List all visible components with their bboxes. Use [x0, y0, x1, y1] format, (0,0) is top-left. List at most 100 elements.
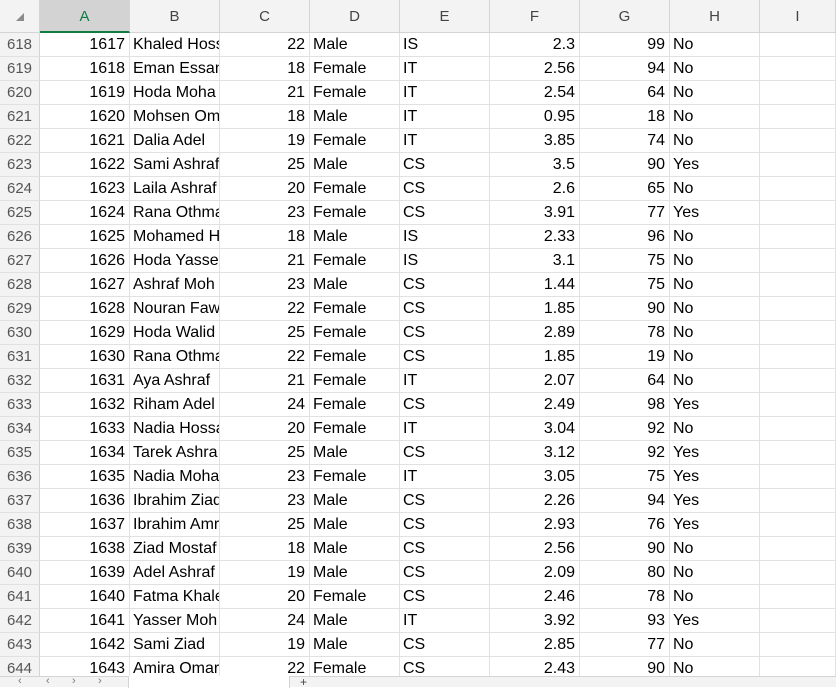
cell-gender[interactable]: Male — [310, 537, 400, 561]
cell-empty[interactable] — [760, 537, 836, 561]
cell-flag[interactable]: No — [670, 417, 760, 441]
cell-department[interactable]: CS — [400, 513, 490, 537]
cell-gpa[interactable]: 2.89 — [490, 321, 580, 345]
cell-flag[interactable]: Yes — [670, 489, 760, 513]
cell-gpa[interactable]: 1.85 — [490, 297, 580, 321]
cell-empty[interactable] — [760, 105, 836, 129]
cell-empty[interactable] — [760, 393, 836, 417]
cell-id[interactable]: 1624 — [40, 201, 130, 225]
cell-department[interactable]: CS — [400, 489, 490, 513]
cell-name[interactable]: Rana Othma — [130, 201, 220, 225]
row-header[interactable]: 633 — [0, 393, 40, 417]
cell-gpa[interactable]: 0.95 — [490, 105, 580, 129]
cell-gender[interactable]: Male — [310, 561, 400, 585]
cell-age[interactable]: 22 — [220, 657, 310, 676]
row-header[interactable]: 632 — [0, 369, 40, 393]
cell-name[interactable]: Laila Ashraf — [130, 177, 220, 201]
cell-score[interactable]: 90 — [580, 537, 670, 561]
row-header[interactable]: 626 — [0, 225, 40, 249]
cell-name[interactable]: Riham Adel — [130, 393, 220, 417]
cell-department[interactable]: CS — [400, 393, 490, 417]
row-header[interactable]: 629 — [0, 297, 40, 321]
cell-flag[interactable]: No — [670, 561, 760, 585]
cell-flag[interactable]: No — [670, 273, 760, 297]
cell-gpa[interactable]: 2.54 — [490, 81, 580, 105]
cell-name[interactable]: Mohamed H — [130, 225, 220, 249]
row-header[interactable]: 623 — [0, 153, 40, 177]
row-header[interactable]: 622 — [0, 129, 40, 153]
row-header[interactable]: 619 — [0, 57, 40, 81]
cell-gpa[interactable]: 2.43 — [490, 657, 580, 676]
cell-gender[interactable]: Male — [310, 609, 400, 633]
cell-age[interactable]: 25 — [220, 513, 310, 537]
row-header[interactable]: 624 — [0, 177, 40, 201]
cell-empty[interactable] — [760, 633, 836, 657]
cell-name[interactable]: Aya Ashraf — [130, 369, 220, 393]
cell-empty[interactable] — [760, 273, 836, 297]
cell-score[interactable]: 90 — [580, 153, 670, 177]
cell-gender[interactable]: Female — [310, 345, 400, 369]
cell-gpa[interactable]: 2.07 — [490, 369, 580, 393]
cell-name[interactable]: Nadia Hossa — [130, 417, 220, 441]
cell-id[interactable]: 1637 — [40, 513, 130, 537]
cell-age[interactable]: 21 — [220, 249, 310, 273]
cell-department[interactable]: CS — [400, 585, 490, 609]
cell-age[interactable]: 22 — [220, 345, 310, 369]
cell-department[interactable]: CS — [400, 177, 490, 201]
row-header[interactable]: 634 — [0, 417, 40, 441]
cell-gender[interactable]: Male — [310, 633, 400, 657]
cell-gender[interactable]: Female — [310, 177, 400, 201]
cell-department[interactable]: IT — [400, 129, 490, 153]
cell-id[interactable]: 1626 — [40, 249, 130, 273]
cell-department[interactable]: IS — [400, 249, 490, 273]
cell-gpa[interactable]: 2.6 — [490, 177, 580, 201]
row-header[interactable]: 638 — [0, 513, 40, 537]
cell-gender[interactable]: Male — [310, 489, 400, 513]
cell-score[interactable]: 93 — [580, 609, 670, 633]
cell-score[interactable]: 75 — [580, 273, 670, 297]
cell-name[interactable]: Ibrahim Amr — [130, 513, 220, 537]
cell-gender[interactable]: Male — [310, 33, 400, 57]
cell-empty[interactable] — [760, 249, 836, 273]
cell-name[interactable]: Mohsen Om — [130, 105, 220, 129]
cell-empty[interactable] — [760, 81, 836, 105]
column-header-b[interactable]: B — [130, 0, 220, 33]
cell-id[interactable]: 1620 — [40, 105, 130, 129]
cell-gpa[interactable]: 2.26 — [490, 489, 580, 513]
cell-id[interactable]: 1642 — [40, 633, 130, 657]
column-header-a[interactable]: A — [40, 0, 130, 33]
cell-score[interactable]: 18 — [580, 105, 670, 129]
cell-score[interactable]: 98 — [580, 393, 670, 417]
cell-age[interactable]: 21 — [220, 81, 310, 105]
cell-empty[interactable] — [760, 369, 836, 393]
cell-id[interactable]: 1619 — [40, 81, 130, 105]
cell-age[interactable]: 24 — [220, 609, 310, 633]
cell-id[interactable]: 1634 — [40, 441, 130, 465]
row-header[interactable]: 641 — [0, 585, 40, 609]
row-header[interactable]: 630 — [0, 321, 40, 345]
cell-empty[interactable] — [760, 561, 836, 585]
cell-empty[interactable] — [760, 489, 836, 513]
cell-id[interactable]: 1628 — [40, 297, 130, 321]
row-header[interactable]: 621 — [0, 105, 40, 129]
cell-name[interactable]: Hoda Moha — [130, 81, 220, 105]
column-header-f[interactable]: F — [490, 0, 580, 33]
cell-gpa[interactable]: 3.1 — [490, 249, 580, 273]
cell-empty[interactable] — [760, 129, 836, 153]
cell-flag[interactable]: Yes — [670, 465, 760, 489]
cell-age[interactable]: 19 — [220, 129, 310, 153]
cell-id[interactable]: 1638 — [40, 537, 130, 561]
cell-score[interactable]: 90 — [580, 657, 670, 676]
cell-department[interactable]: CS — [400, 345, 490, 369]
cell-score[interactable]: 99 — [580, 33, 670, 57]
cell-age[interactable]: 25 — [220, 321, 310, 345]
cell-score[interactable]: 92 — [580, 417, 670, 441]
cell-age[interactable]: 22 — [220, 297, 310, 321]
cell-gender[interactable]: Male — [310, 225, 400, 249]
cell-id[interactable]: 1639 — [40, 561, 130, 585]
cell-flag[interactable]: No — [670, 81, 760, 105]
cell-gender[interactable]: Female — [310, 585, 400, 609]
cell-flag[interactable]: No — [670, 345, 760, 369]
cell-age[interactable]: 21 — [220, 369, 310, 393]
cell-id[interactable]: 1625 — [40, 225, 130, 249]
